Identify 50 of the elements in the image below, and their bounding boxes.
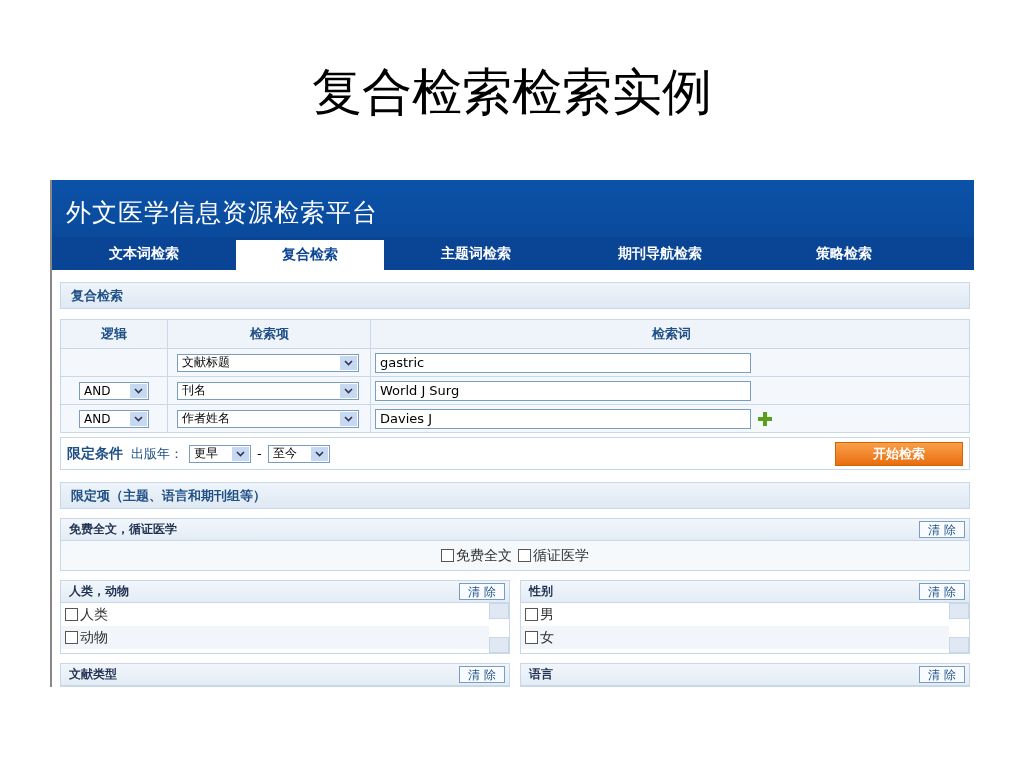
checkbox-option[interactable]: 男 <box>521 603 949 626</box>
year-label: 出版年： <box>131 444 183 463</box>
section-title: 限定项（主题、语言和期刊组等） <box>71 486 266 505</box>
panel-title: 语言 <box>529 666 553 683</box>
panel-title: 人类，动物 <box>69 583 129 600</box>
slide-title: 复合检索检索实例 <box>311 63 713 120</box>
clear-button[interactable]: 清 除 <box>919 583 965 600</box>
checkbox[interactable] <box>65 631 78 644</box>
term-input[interactable]: World J Surg <box>375 380 751 401</box>
clear-button[interactable]: 清 除 <box>459 583 505 600</box>
checkbox-option[interactable]: 免费全文 <box>441 546 512 565</box>
field-select[interactable]: 刊名 <box>177 381 359 400</box>
column-header: 检索项 <box>167 319 371 349</box>
logic-select[interactable]: AND <box>79 381 149 400</box>
section-title: 复合检索 <box>71 286 123 305</box>
scrollbar[interactable] <box>489 603 509 653</box>
checkbox[interactable] <box>518 549 531 562</box>
logic-select[interactable]: AND <box>79 409 149 428</box>
tab[interactable]: 主题词检索 <box>384 237 568 270</box>
checkbox-option[interactable]: 人类 <box>61 603 489 626</box>
term-input[interactable]: Davies J <box>375 408 751 429</box>
range-separator: - <box>257 446 262 461</box>
app-title: 外文医学信息资源检索平台 <box>66 197 378 229</box>
year-from-select[interactable]: 更早 <box>189 444 251 463</box>
clear-button[interactable]: 清 除 <box>459 666 505 683</box>
checkbox[interactable] <box>525 608 538 621</box>
column-header: 检索词 <box>370 319 970 349</box>
clear-button[interactable]: 清 除 <box>919 521 965 538</box>
year-to-select[interactable]: 至今 <box>267 444 330 463</box>
tab[interactable]: 复合检索 <box>236 240 384 270</box>
add-icon[interactable] <box>757 410 773 427</box>
checkbox-option[interactable]: 循证医学 <box>518 546 589 565</box>
panel-title: 性别 <box>529 583 553 600</box>
tab[interactable]: 文本词检索 <box>52 237 236 270</box>
checkbox[interactable] <box>441 549 454 562</box>
field-select[interactable]: 文献标题 <box>177 353 359 372</box>
tab[interactable]: 期刊导航检索 <box>568 237 752 270</box>
scrollbar[interactable] <box>949 603 969 653</box>
panel-title: 文献类型 <box>69 666 117 683</box>
checkbox[interactable] <box>525 631 538 644</box>
limits-label: 限定条件 <box>67 444 123 463</box>
term-input[interactable]: gastric <box>375 352 751 373</box>
checkbox-option[interactable]: 女 <box>521 626 949 649</box>
clear-button[interactable]: 清 除 <box>919 666 965 683</box>
tab[interactable]: 策略检索 <box>752 237 936 270</box>
checkbox[interactable] <box>65 608 78 621</box>
checkbox-option[interactable]: 动物 <box>61 626 489 649</box>
column-header: 逻辑 <box>60 319 168 349</box>
panel-title: 免费全文，循证医学 <box>69 521 177 538</box>
field-select[interactable]: 作者姓名 <box>177 409 359 428</box>
